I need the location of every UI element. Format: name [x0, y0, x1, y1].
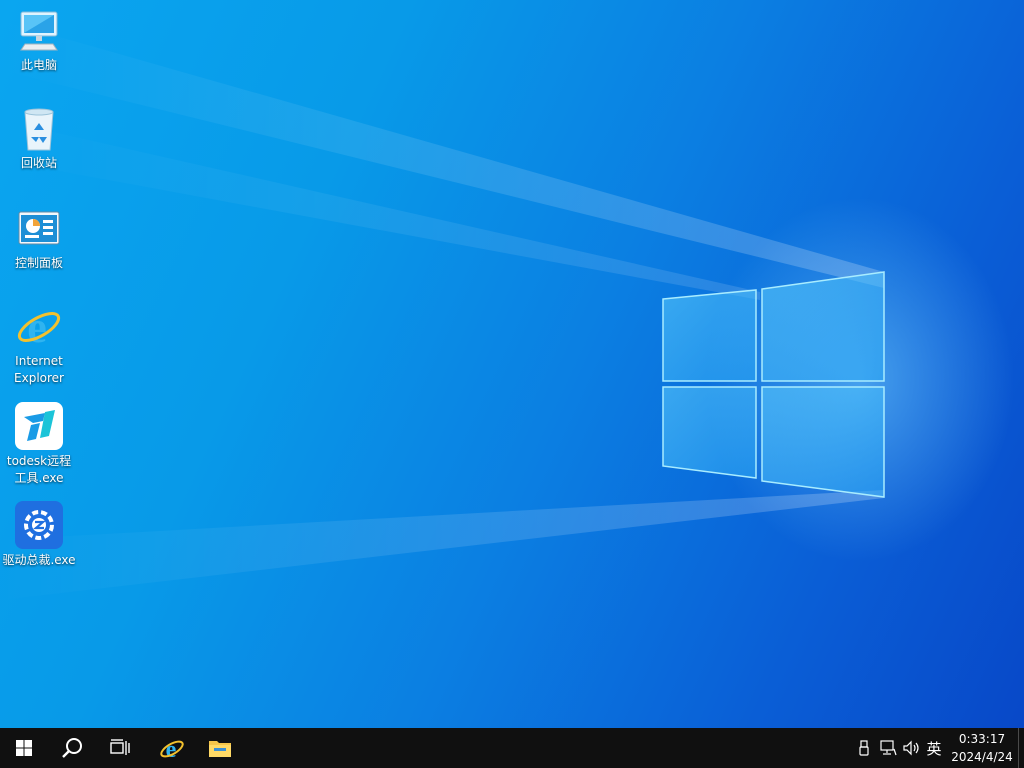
- input-language-indicator[interactable]: 英: [924, 728, 944, 768]
- desktop-icon-this-pc[interactable]: 此电脑: [0, 8, 78, 74]
- desktop[interactable]: 此电脑 回收站 控制面板 e Internet Explorer todesk远…: [0, 0, 1024, 728]
- clock-time: 0:33:17: [958, 732, 1006, 746]
- internet-explorer-icon: e: [160, 737, 184, 761]
- control-panel-icon: [18, 211, 60, 245]
- task-view-button[interactable]: [96, 728, 144, 768]
- recycle-bin-icon: [24, 108, 54, 151]
- desktop-icon-label: 此电脑: [20, 58, 57, 72]
- driver-tool-icon: [15, 501, 63, 549]
- taskbar: e 英 0:33:17 2024/4/24: [0, 728, 1024, 768]
- desktop-icon-label: 驱动总裁.exe: [2, 553, 76, 567]
- tray-volume[interactable]: [902, 728, 922, 768]
- clock[interactable]: 0:33:17 2024/4/24: [946, 728, 1018, 768]
- search-icon: [62, 738, 82, 758]
- desktop-icon-label: Internet Explorer: [14, 354, 64, 385]
- tray-usb[interactable]: [856, 728, 872, 768]
- svg-text:e: e: [166, 737, 177, 761]
- desktop-icon-internet-explorer[interactable]: e Internet Explorer: [0, 302, 78, 387]
- usb-icon: [859, 740, 869, 756]
- show-desktop-button[interactable]: [1018, 728, 1024, 768]
- internet-explorer-icon: e: [17, 303, 61, 350]
- desktop-icon-control-panel[interactable]: 控制面板: [0, 206, 78, 272]
- volume-icon: [903, 740, 919, 756]
- desktop-icon-driver-tool[interactable]: 驱动总裁.exe: [0, 501, 78, 569]
- start-button[interactable]: [0, 728, 48, 768]
- desktop-icon-label: 回收站: [20, 156, 57, 170]
- task-view-icon: [110, 739, 130, 755]
- file-explorer-icon: [209, 741, 231, 757]
- taskbar-internet-explorer[interactable]: e: [148, 728, 196, 768]
- clock-date: 2024/4/24: [951, 750, 1013, 764]
- windows-start-icon: [16, 740, 32, 756]
- windows-logo-wallpaper: [0, 20, 885, 600]
- desktop-icon-label: todesk远程 工具.exe: [6, 454, 72, 485]
- svg-text:e: e: [27, 303, 47, 350]
- taskbar-file-explorer[interactable]: [196, 728, 244, 768]
- desktop-icon-recycle-bin[interactable]: 回收站: [0, 106, 78, 172]
- network-icon: [880, 740, 897, 756]
- search-button[interactable]: [48, 728, 96, 768]
- language-label: 英: [926, 739, 942, 758]
- this-pc-icon: [20, 11, 58, 51]
- tray-network[interactable]: [878, 728, 898, 768]
- todesk-icon: [15, 402, 63, 450]
- desktop-icon-label: 控制面板: [14, 256, 63, 270]
- desktop-icon-todesk[interactable]: todesk远程 工具.exe: [0, 402, 78, 487]
